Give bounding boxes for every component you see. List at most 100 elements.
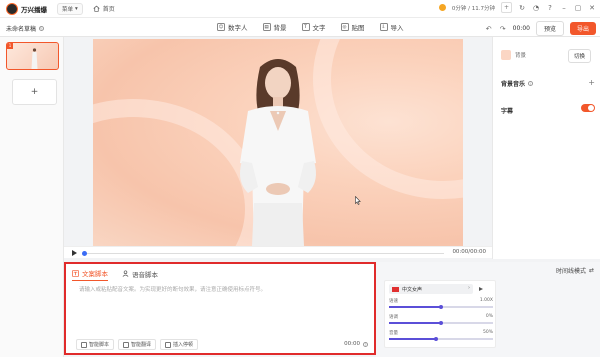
voice-row: 中文女声 › [389,284,493,294]
slider-track[interactable] [389,338,493,340]
notification-icon[interactable]: ◔ [532,4,540,12]
person-icon: ☺ [217,23,225,31]
home-link[interactable]: 首页 [93,4,115,13]
slider-fill [389,322,441,324]
top-bar: 万兴播爆 菜单 ▾ 首页 0分钟 / 11.7分钟 + ↻ ◔ ? – ▢ ✕ [0,0,600,18]
usage-text: 0分钟 / 11.7分钟 [451,5,495,12]
help-icon[interactable]: ? [546,4,554,12]
slider-fill [389,338,436,340]
undo-icon[interactable]: ↶ [485,25,493,33]
script-editor: 文案脚本 语音脚本 请输入或粘贴配音文案。为实现更好的断句效果，请注意正确使用标… [64,262,376,355]
menu-label: 菜单 [62,6,74,13]
timeline-mode-label: 时间线模式 [555,268,586,275]
info-icon[interactable]: i [528,81,534,86]
export-area: ↶ ↷ 00:00 预览 导出 [485,21,596,36]
bgm-row: 背景音乐 i + [501,78,595,88]
tool-background[interactable]: ▤ 背景 [262,22,287,32]
scene-number: 1 [7,43,13,49]
tab-label: 文案脚本 [82,270,108,278]
logo-icon [6,2,18,15]
timeline-track[interactable] [84,253,444,254]
playback-bar: 00:00/00:00 [64,246,492,258]
preview-button[interactable]: 预览 [535,21,564,36]
app-logo: 万兴播爆 [6,2,47,15]
home-label: 首页 [102,6,115,13]
home-icon [93,5,100,12]
slider-value: 0% [485,314,493,319]
slider-value: 1.00X [479,298,493,303]
smart-translate-button[interactable]: 智能翻译 [118,339,157,350]
slider-value: 50% [482,330,493,335]
tool-label: 背景 [273,24,287,32]
slider-knob[interactable] [433,336,438,341]
minimize-icon[interactable]: – [560,4,568,12]
playback-time: 00:00/00:00 [452,249,486,255]
pitch-slider[interactable]: 语调 0% [389,314,493,328]
scene-panel: 1 + [0,37,64,357]
duration-text: 00:00 [344,341,360,347]
tool-text[interactable]: T 文字 [301,22,326,32]
help-icon[interactable]: ? [363,341,368,347]
script-duration: 00:00 ? [344,341,368,347]
action-label: 智能翻译 [131,342,152,348]
digital-avatar[interactable] [218,53,338,246]
editor-toolbar: 未命名草稿 ✎ ☺ 数字人 ▤ 背景 T 文字 ◎ 贴图 ⇩ 导入 ↶ ↷ 00… [0,18,600,37]
scene-thumbnail[interactable]: 1 [6,42,59,70]
voice-settings-panel: 时间线模式 ⇄ 中文女声 › 语速 1.00X 语调 0% 音量 50% [376,262,600,357]
play-icon[interactable] [72,250,77,256]
add-credits-button[interactable]: + [501,2,512,13]
voice-select[interactable]: 中文女声 › [389,284,473,294]
script-actions: 智能脚本 智能翻译 插入停顿 [76,339,199,350]
background-icon: ▤ [262,23,271,31]
draft-title[interactable]: 未命名草稿 ✎ [6,24,45,33]
slider-label: 语调 [389,315,398,320]
property-panel: 背景 切换 背景音乐 i + 字幕 [492,37,600,259]
voice-card: 中文女声 › 语速 1.00X 语调 0% 音量 50% [384,280,496,348]
swap-icon: ⇄ [588,267,594,274]
tool-label: 数字人 [228,24,248,32]
tool-label: 导入 [390,24,404,32]
slider-knob[interactable] [439,304,443,309]
timeline-mode-toggle[interactable]: 时间线模式 ⇄ [556,266,594,275]
action-label: 智能脚本 [89,342,110,348]
avatar-thumbnail [31,48,38,69]
volume-slider[interactable]: 音量 50% [389,330,493,344]
chevron-right-icon: › [468,285,470,291]
subtitle-toggle[interactable] [581,104,595,112]
tab-label: 语音脚本 [132,270,158,279]
menu-dropdown[interactable]: 菜单 ▾ [57,2,83,15]
edit-icon[interactable]: ✎ [39,26,45,31]
script-icon [81,341,87,348]
text-script-icon [72,269,79,277]
timeline-handle[interactable] [82,250,87,256]
close-icon[interactable]: ✕ [588,4,596,12]
tool-digital-human[interactable]: ☺ 数字人 [217,22,248,32]
voice-preview-play-icon[interactable] [479,287,483,291]
speed-slider[interactable]: 语速 1.00X [389,298,493,312]
add-scene-button[interactable]: + [12,79,57,105]
smart-script-button[interactable]: 智能脚本 [76,339,115,350]
import-icon: ⇩ [379,23,388,31]
slider-knob[interactable] [439,320,443,325]
history-icon[interactable]: ↻ [518,4,526,12]
export-button[interactable]: 导出 [569,22,596,35]
tool-sticker[interactable]: ◎ 贴图 [340,22,365,32]
tool-import[interactable]: ⇩ 导入 [379,22,404,32]
script-input[interactable]: 请输入或粘贴配音文案。为实现更好的断句效果，请注意正确使用标点符号。 [79,285,266,293]
tool-label: 文字 [312,24,326,32]
tab-text-script[interactable]: 文案脚本 [72,266,108,281]
redo-icon[interactable]: ↷ [499,25,507,33]
background-thumbnail [501,50,511,60]
switch-background-button[interactable]: 切换 [567,49,591,63]
add-bgm-button[interactable]: + [588,78,595,87]
tab-voice-script[interactable]: 语音脚本 [122,266,158,281]
bgm-label: 背景音乐 [501,81,526,88]
mouse-cursor-icon [355,196,361,205]
insert-pause-button[interactable]: 插入停顿 [160,339,199,350]
slider-fill [389,306,441,308]
tool-group: ☺ 数字人 ▤ 背景 T 文字 ◎ 贴图 ⇩ 导入 [217,22,404,32]
app-name: 万兴播爆 [21,5,47,14]
video-canvas[interactable] [93,39,463,246]
action-label: 插入停顿 [173,342,194,348]
maximize-icon[interactable]: ▢ [574,4,582,12]
